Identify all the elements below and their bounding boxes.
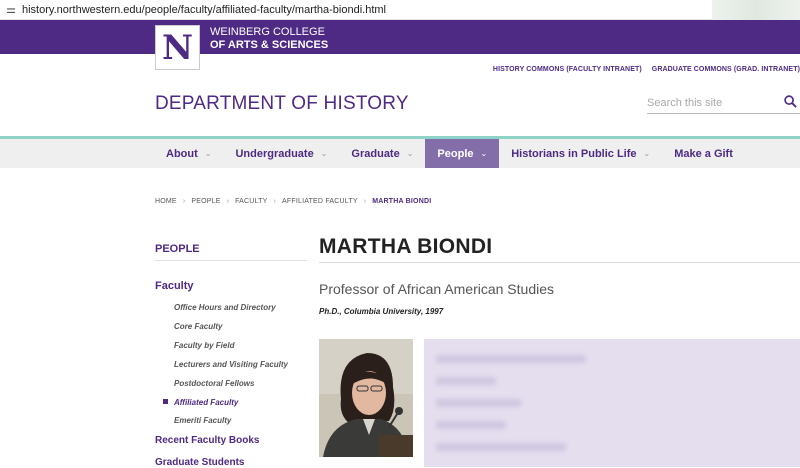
sidebar-item-postdocs[interactable]: Postdoctoral Fellows [174,379,254,388]
college-banner [0,20,800,54]
browser-extension-area [712,0,800,20]
sidebar-item-graduate-students[interactable]: Graduate Students [155,457,244,468]
sidebar-item-faculty[interactable]: Faculty [155,280,194,292]
sidebar-item-office-hours[interactable]: Office Hours and Directory [174,303,276,312]
redacted-line [436,377,496,385]
chevron-down-icon: ⌄ [643,149,651,158]
chevron-right-icon: › [226,198,230,205]
search-input[interactable] [647,96,767,109]
url-text[interactable]: history.northwestern.edu/people/faculty/… [22,4,712,16]
nav-historians-public-life[interactable]: Historians in Public Life ⌄ [499,139,662,168]
main-nav: About ⌄ Undergraduate ⌄ Graduate ⌄ People ⌄ … [0,139,800,168]
page-title: MARTHA BIONDI [319,235,493,258]
redacted-line [436,399,521,407]
redacted-line [436,355,586,363]
sidebar-item-emeriti[interactable]: Emeriti Faculty [174,416,231,425]
college-line2: OF ARTS & SCIENCES [210,39,329,51]
utility-links: HISTORY COMMONS (FACULTY INTRANET) GRADU… [493,66,800,73]
sidebar-item-faculty-by-field[interactable]: Faculty by Field [174,341,234,350]
title-divider [319,262,800,263]
chevron-down-icon: ⌄ [204,149,212,158]
chevron-down-icon: ⌄ [480,149,488,158]
nav-about[interactable]: About ⌄ [154,139,223,168]
sidebar-item-lecturers[interactable]: Lecturers and Visiting Faculty [174,360,288,369]
nav-graduate[interactable]: Graduate ⌄ [339,139,425,168]
college-name[interactable]: WEINBERG COLLEGE OF ARTS & SCIENCES [210,26,328,52]
active-bullet-icon [163,399,168,404]
redacted-line [436,443,566,451]
sidebar-divider [155,260,307,261]
nav-graduate-label: Graduate [351,147,400,160]
breadcrumb-faculty[interactable]: FACULTY [235,198,267,205]
breadcrumb-current: MARTHA BIONDI [372,198,432,205]
profile-photo [319,339,413,457]
chevron-down-icon: ⌄ [406,149,414,158]
chevron-down-icon: ⌄ [320,149,328,158]
nav-gift-label: Make a Gift [674,147,733,160]
breadcrumb-affiliated[interactable]: AFFILIATED FACULTY [282,198,358,205]
nav-about-label: About [166,147,198,160]
breadcrumb-people[interactable]: PEOPLE [191,198,220,205]
chevron-right-icon: › [182,198,186,205]
northwestern-logo[interactable]: N [155,25,200,70]
college-line1: WEINBERG COLLEGE [210,26,325,38]
chevron-right-icon: › [363,198,367,205]
nav-historians-label: Historians in Public Life [511,147,637,160]
logo-letter: N [161,27,194,68]
nav-people[interactable]: People ⌄ [425,139,500,168]
breadcrumb: HOME › PEOPLE › FACULTY › AFFILIATED FACULT… [155,198,431,205]
chevron-right-icon: › [273,198,277,205]
department-title[interactable]: DEPARTMENT OF HISTORY [155,93,409,115]
nav-undergraduate[interactable]: Undergraduate ⌄ [223,139,339,168]
browser-address-bar[interactable]: ⚌ history.northwestern.edu/people/facult… [0,0,800,20]
nav-people-label: People [437,147,474,160]
degree: Ph.D., Columbia University, 1997 [319,307,444,316]
sidebar-item-faculty-books[interactable]: Recent Faculty Books [155,435,259,446]
job-title: Professor of African American Studies [319,281,554,297]
contact-info-box [424,339,800,467]
breadcrumb-home[interactable]: HOME [155,198,177,205]
graduate-commons-link[interactable]: GRADUATE COMMONS (GRAD. INTRANET) [652,66,800,73]
sidebar-item-core-faculty[interactable]: Core Faculty [174,322,222,331]
search-icon[interactable] [784,94,797,111]
site-info-icon[interactable]: ⚌ [2,3,20,16]
nav-make-a-gift[interactable]: Make a Gift [662,139,745,168]
nav-undergraduate-label: Undergraduate [235,147,314,160]
site-search [647,92,800,114]
redacted-line [436,421,506,429]
sidebar-item-affiliated-faculty[interactable]: Affiliated Faculty [174,398,238,407]
sidebar-title[interactable]: PEOPLE [155,243,200,255]
history-commons-link[interactable]: HISTORY COMMONS (FACULTY INTRANET) [493,66,642,73]
